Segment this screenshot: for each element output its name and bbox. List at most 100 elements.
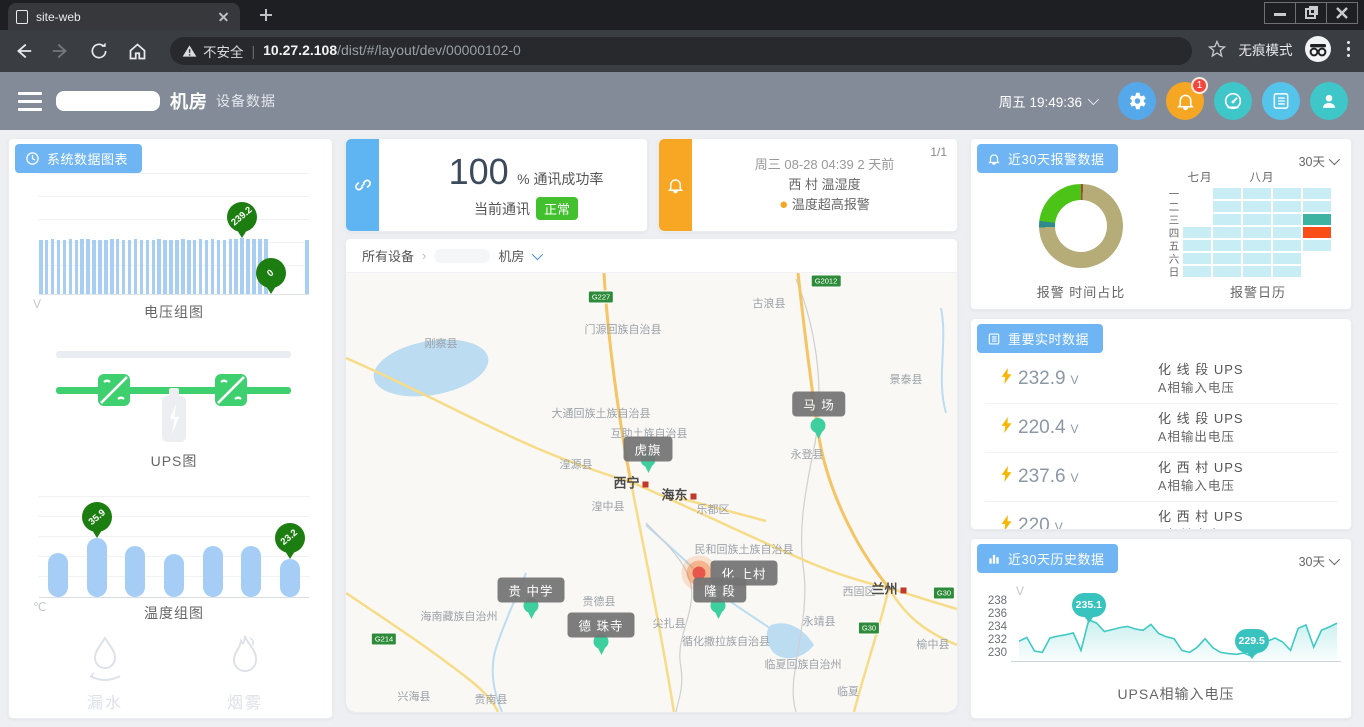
device-tooltip[interactable]: 马 场: [792, 392, 845, 417]
incognito-label: 无痕模式: [1239, 39, 1293, 59]
calendar-day-cell[interactable]: [1213, 240, 1241, 251]
user-button[interactable]: [1310, 82, 1348, 120]
realtime-row[interactable]: 232.9V化 线 段 UPSA相输入电压: [985, 356, 1337, 403]
calendar-day-cell[interactable]: [1303, 188, 1331, 199]
chevron-down-icon[interactable]: [532, 248, 543, 259]
calendar-day-cell[interactable]: [1243, 266, 1271, 277]
calendar-day-cell[interactable]: [1183, 227, 1211, 238]
breadcrumb-current[interactable]: 机房: [498, 246, 524, 265]
map-card: 所有设备 › 机房: [345, 238, 958, 713]
calendar-day-cell[interactable]: [1213, 227, 1241, 238]
voltage-bar: [75, 240, 79, 294]
calendar-day-cell[interactable]: [1213, 201, 1241, 212]
voltage-bar: [175, 240, 179, 294]
panel-title-ribbon: 近30天历史数据: [977, 544, 1118, 573]
calendar-day-cell[interactable]: [1183, 240, 1211, 251]
calendar-day-cell[interactable]: [1243, 214, 1271, 225]
calendar-day-cell[interactable]: [1183, 253, 1211, 264]
panel-title-ribbon: 重要实时数据: [977, 324, 1103, 353]
restore-button[interactable]: [1295, 2, 1327, 24]
browser-menu-button[interactable]: [1343, 41, 1355, 58]
map-viewport[interactable]: 刚察县门源回族自治县古浪县景泰县大通回族土族自治县互助土族自治县湟源县湟中县乐都…: [346, 273, 957, 712]
voltage-bar: [110, 239, 114, 294]
device-tooltip[interactable]: 贵 中学: [498, 578, 565, 603]
calendar-day-cell[interactable]: [1303, 240, 1331, 251]
calendar-day-cell[interactable]: [1243, 201, 1271, 212]
comm-rate-metric: % 通讯成功率: [517, 171, 603, 187]
temperature-bar: [125, 546, 145, 597]
voltage-bar: [134, 239, 138, 294]
calendar-day-cell[interactable]: [1243, 240, 1271, 251]
voltage-bar: [305, 240, 309, 294]
address-bar[interactable]: 不安全 | 10.27.2.108/dist/#/layout/dev/0000…: [170, 37, 1192, 65]
calendar-day-cell[interactable]: [1213, 266, 1241, 277]
temperature-bar: [241, 546, 261, 597]
datetime-display[interactable]: 周五 19:49:36: [999, 91, 1096, 111]
breadcrumb-root[interactable]: 所有设备: [362, 246, 414, 265]
device-marker[interactable]: [811, 418, 826, 433]
range-select[interactable]: 30天: [1299, 151, 1337, 170]
alarm-content[interactable]: 周三 08-28 04:39 2 天前 西 村 温湿度 ● 温度超高报警: [707, 155, 942, 215]
value-pin: 239.2: [227, 202, 257, 232]
row-divider: [985, 501, 1337, 502]
alarm-bell-button[interactable]: 1: [1166, 82, 1204, 120]
notification-badge: 1: [1191, 77, 1208, 94]
new-tab-button[interactable]: [258, 7, 274, 23]
value-pin: 235.1: [1072, 593, 1106, 617]
map-place-label: 临夏回族自治州: [765, 656, 842, 672]
calendar-day-cell[interactable]: [1243, 227, 1271, 238]
settings-button[interactable]: [1118, 82, 1156, 120]
calendar-day-cell[interactable]: [1183, 266, 1211, 277]
device-tooltip[interactable]: 虎旗: [623, 437, 672, 462]
calendar-day-cell[interactable]: [1213, 253, 1241, 264]
bookmark-star-icon[interactable]: [1207, 39, 1227, 59]
realtime-value: 220V: [1001, 515, 1063, 530]
device-tooltip[interactable]: 隆 段: [693, 578, 746, 603]
device-tooltip[interactable]: 德 珠寺: [568, 613, 635, 638]
calendar-day-cell[interactable]: [1273, 201, 1301, 212]
alarm-donut-chart: [1039, 184, 1123, 268]
url-text: 10.27.2.108/dist/#/layout/dev/00000102-0: [263, 42, 521, 60]
road-badge: G30: [858, 622, 880, 635]
realtime-device-label: 化 线 段 UPSA相输入电压: [1158, 360, 1244, 398]
calendar-day-cell[interactable]: [1213, 188, 1241, 199]
map-place-label: 景泰县: [890, 371, 923, 387]
home-button[interactable]: [122, 36, 152, 66]
back-button[interactable]: [8, 36, 38, 66]
voltage-bar: [211, 239, 215, 294]
calendar-day-cell[interactable]: [1273, 214, 1301, 225]
refresh-button[interactable]: [84, 36, 114, 66]
lightning-icon: [1001, 515, 1013, 530]
realtime-device-label: 化 线 段 UPSA相输出电压: [1158, 409, 1244, 447]
calendar-day-cell[interactable]: [1303, 227, 1331, 238]
tab-close-icon[interactable]: [216, 9, 232, 25]
gauge-button[interactable]: [1214, 82, 1252, 120]
calendar-day-cell[interactable]: [1273, 188, 1301, 199]
calendar-day-cell[interactable]: [1243, 253, 1271, 264]
calendar-day-cell[interactable]: [1273, 266, 1301, 277]
menu-toggle-button[interactable]: [18, 92, 42, 111]
calendar-day-cell[interactable]: [1273, 227, 1301, 238]
security-chip[interactable]: 不安全: [182, 41, 244, 61]
range-select[interactable]: 30天: [1299, 551, 1337, 570]
forward-button[interactable]: [46, 36, 76, 66]
realtime-row[interactable]: 237.6V化 西 村 UPSA相输入电压: [985, 454, 1337, 501]
realtime-row[interactable]: 220.4V化 线 段 UPSA相输出电压: [985, 405, 1337, 452]
calendar-weekday-label: 日: [1169, 265, 1180, 280]
list-button[interactable]: [1262, 82, 1300, 120]
calendar-day-cell[interactable]: [1243, 188, 1271, 199]
map-place-label: 尖扎县: [653, 615, 686, 631]
browser-tab[interactable]: site-web: [8, 3, 240, 30]
redaction-blob: [56, 91, 160, 111]
battery-icon: [159, 386, 189, 446]
realtime-device-label: 化 西 村 UPSA相输入电压: [1158, 458, 1244, 496]
voltage-bar: [86, 239, 90, 294]
calendar-day-cell[interactable]: [1273, 240, 1301, 251]
calendar-day-cell[interactable]: [1213, 214, 1241, 225]
calendar-day-cell[interactable]: [1303, 201, 1331, 212]
calendar-day-cell[interactable]: [1303, 214, 1331, 225]
calendar-day-cell[interactable]: [1273, 253, 1301, 264]
close-button[interactable]: [1326, 2, 1358, 24]
realtime-row[interactable]: 220V化 西 村 UPSA相输出电压: [985, 503, 1337, 530]
minimize-button[interactable]: [1264, 2, 1296, 24]
